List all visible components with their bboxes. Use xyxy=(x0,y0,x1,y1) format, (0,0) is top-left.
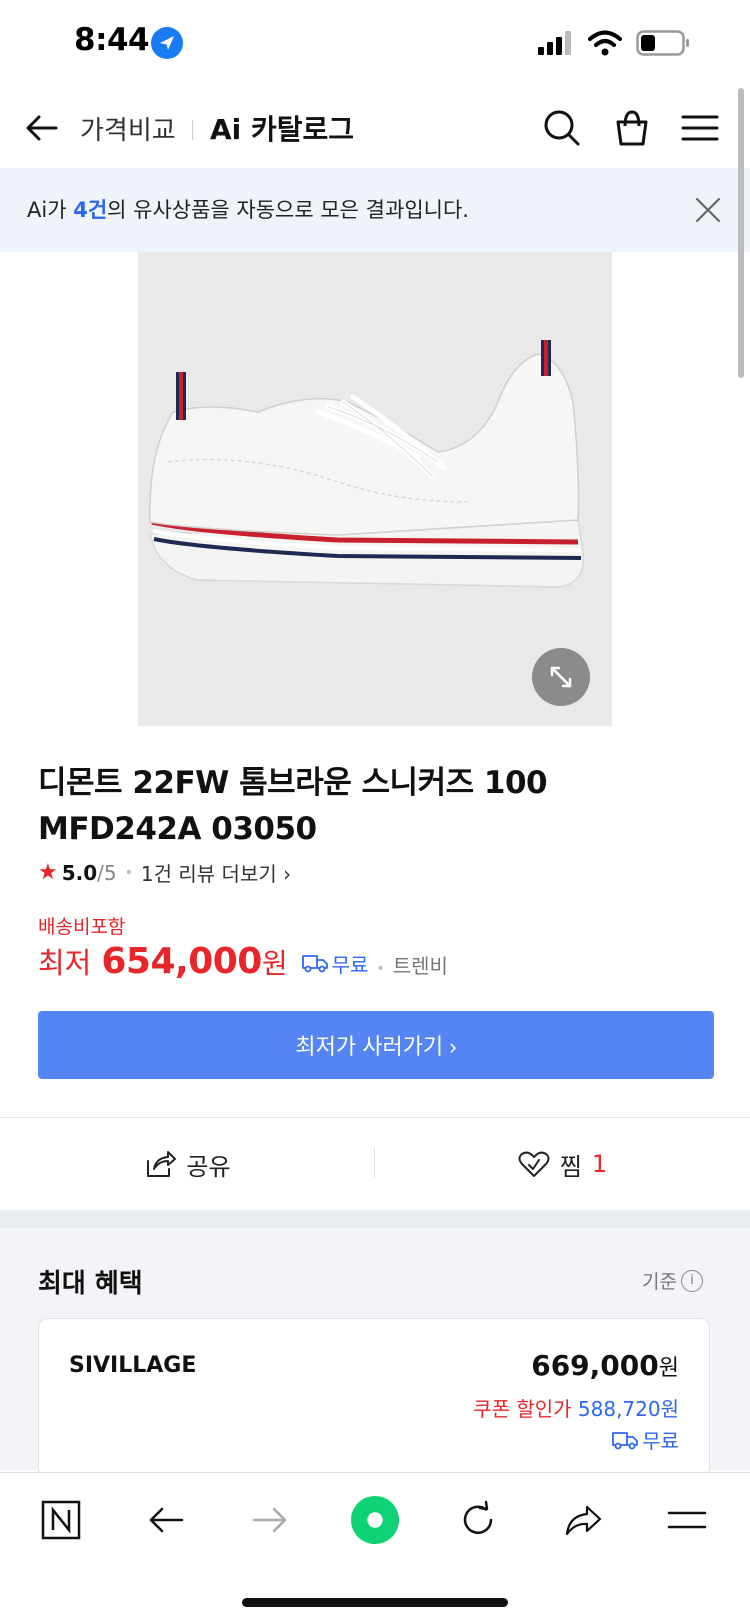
expand-icon xyxy=(550,666,572,688)
coupon-label: 쿠폰 할인가 xyxy=(473,1397,578,1421)
status-icons xyxy=(538,30,690,56)
rating-row: ★ 5.0 /5 • 1건 리뷰 더보기 › xyxy=(38,858,291,887)
like-button[interactable]: 찜 1 xyxy=(375,1118,750,1210)
shipping-included-label: 배송비포함 xyxy=(38,916,126,938)
scrollbar[interactable] xyxy=(738,88,744,378)
review-link[interactable]: 1건 리뷰 더보기 › xyxy=(141,858,291,887)
ai-banner-suffix: 의 유사상품을 자동으로 모은 결과입니다. xyxy=(107,198,469,222)
back-arrow-icon[interactable] xyxy=(22,108,62,148)
nav-separator xyxy=(192,120,193,140)
battery-icon xyxy=(636,30,689,56)
seller-name: 트렌비 xyxy=(392,954,448,978)
star-icon: ★ xyxy=(38,860,58,885)
rating-value: 5.0 xyxy=(61,860,98,885)
share-button[interactable]: 공유 xyxy=(0,1118,375,1210)
price-unit: 원 xyxy=(261,947,288,980)
refresh-icon[interactable] xyxy=(453,1495,503,1545)
offer-seller: SIVILLAGE xyxy=(69,1353,197,1378)
benefit-title: 최대 혜택 xyxy=(38,1269,143,1299)
rating-max: /5 xyxy=(97,860,117,885)
benefit-basis-label: 기준 xyxy=(642,1271,677,1293)
buy-lowest-price-button[interactable]: 최저가 사러가기 › xyxy=(38,1011,714,1079)
price-label: 최저 xyxy=(38,946,92,980)
free-shipping-label: 무료 xyxy=(331,952,369,977)
free-shipping: 무료 xyxy=(301,949,369,978)
truck-icon xyxy=(612,1431,639,1449)
ai-catalog-title: Ai 카탈로그 xyxy=(210,113,355,146)
info-icon: i xyxy=(680,1269,703,1292)
share-arrow-icon[interactable] xyxy=(558,1495,608,1545)
offer-shipping-label: 무료 xyxy=(642,1429,679,1453)
offer-card[interactable]: SIVILLAGE 669,000원 쿠폰 할인가 588,720원 무료 xyxy=(38,1318,710,1478)
offer-shipping: 무료 xyxy=(612,1425,679,1454)
close-icon[interactable] xyxy=(694,196,722,224)
shopping-bag-icon[interactable] xyxy=(610,106,654,150)
like-count: 1 xyxy=(591,1150,608,1178)
ai-banner-text: Ai가 4건의 유사상품을 자동으로 모은 결과입니다. xyxy=(27,194,469,224)
green-dot-icon[interactable] xyxy=(350,1495,400,1545)
coupon-price: 588,720원 xyxy=(577,1397,679,1421)
section-gap xyxy=(0,1210,750,1228)
hamburger-menu-icon[interactable] xyxy=(662,1495,712,1545)
status-bar: 8:44 xyxy=(0,0,750,88)
expand-image-button[interactable] xyxy=(532,648,590,706)
back-icon[interactable] xyxy=(141,1495,191,1545)
share-icon xyxy=(147,1151,177,1177)
location-arrow-icon xyxy=(151,27,183,59)
offer-coupon: 쿠폰 할인가 588,720원 xyxy=(473,1393,679,1422)
search-icon[interactable] xyxy=(540,106,584,150)
price-compare-title[interactable]: 가격비교 xyxy=(80,110,176,147)
ai-result-banner: Ai가 4건의 유사상품을 자동으로 모은 결과입니다. xyxy=(0,168,750,252)
ai-banner-count: 4건 xyxy=(73,198,108,222)
dot-separator: • xyxy=(124,864,133,881)
wifi-icon xyxy=(588,30,622,56)
top-nav-bar: 가격비교 Ai 카탈로그 xyxy=(0,88,750,168)
heart-icon xyxy=(518,1151,550,1177)
offer-price-unit: 원 xyxy=(658,1356,679,1381)
forward-icon[interactable] xyxy=(245,1495,295,1545)
price-value: 654,000 xyxy=(101,941,262,982)
truck-icon xyxy=(301,955,328,973)
benefit-basis[interactable]: 기준 i xyxy=(642,1267,703,1294)
cellular-signal-icon xyxy=(538,31,571,55)
offer-price: 669,000원 xyxy=(531,1349,679,1382)
offer-price-value: 669,000 xyxy=(531,1349,659,1382)
product-name: 디몬트 22FW 톰브라운 스니커즈 100 MFD242A 03050 xyxy=(38,765,548,847)
lowest-price-row: 최저 654,000 원 무료 • 트렌비 xyxy=(38,940,448,982)
menu-icon[interactable] xyxy=(678,106,722,150)
like-label: 찜 xyxy=(559,1152,582,1181)
ai-banner-prefix: Ai가 xyxy=(27,198,74,222)
home-indicator xyxy=(242,1598,508,1607)
naver-home-icon[interactable] xyxy=(36,1495,86,1545)
status-time: 8:44 xyxy=(74,22,150,58)
dot-separator: • xyxy=(376,961,385,977)
share-label: 공유 xyxy=(186,1152,231,1181)
browser-bottom-bar xyxy=(0,1472,750,1623)
